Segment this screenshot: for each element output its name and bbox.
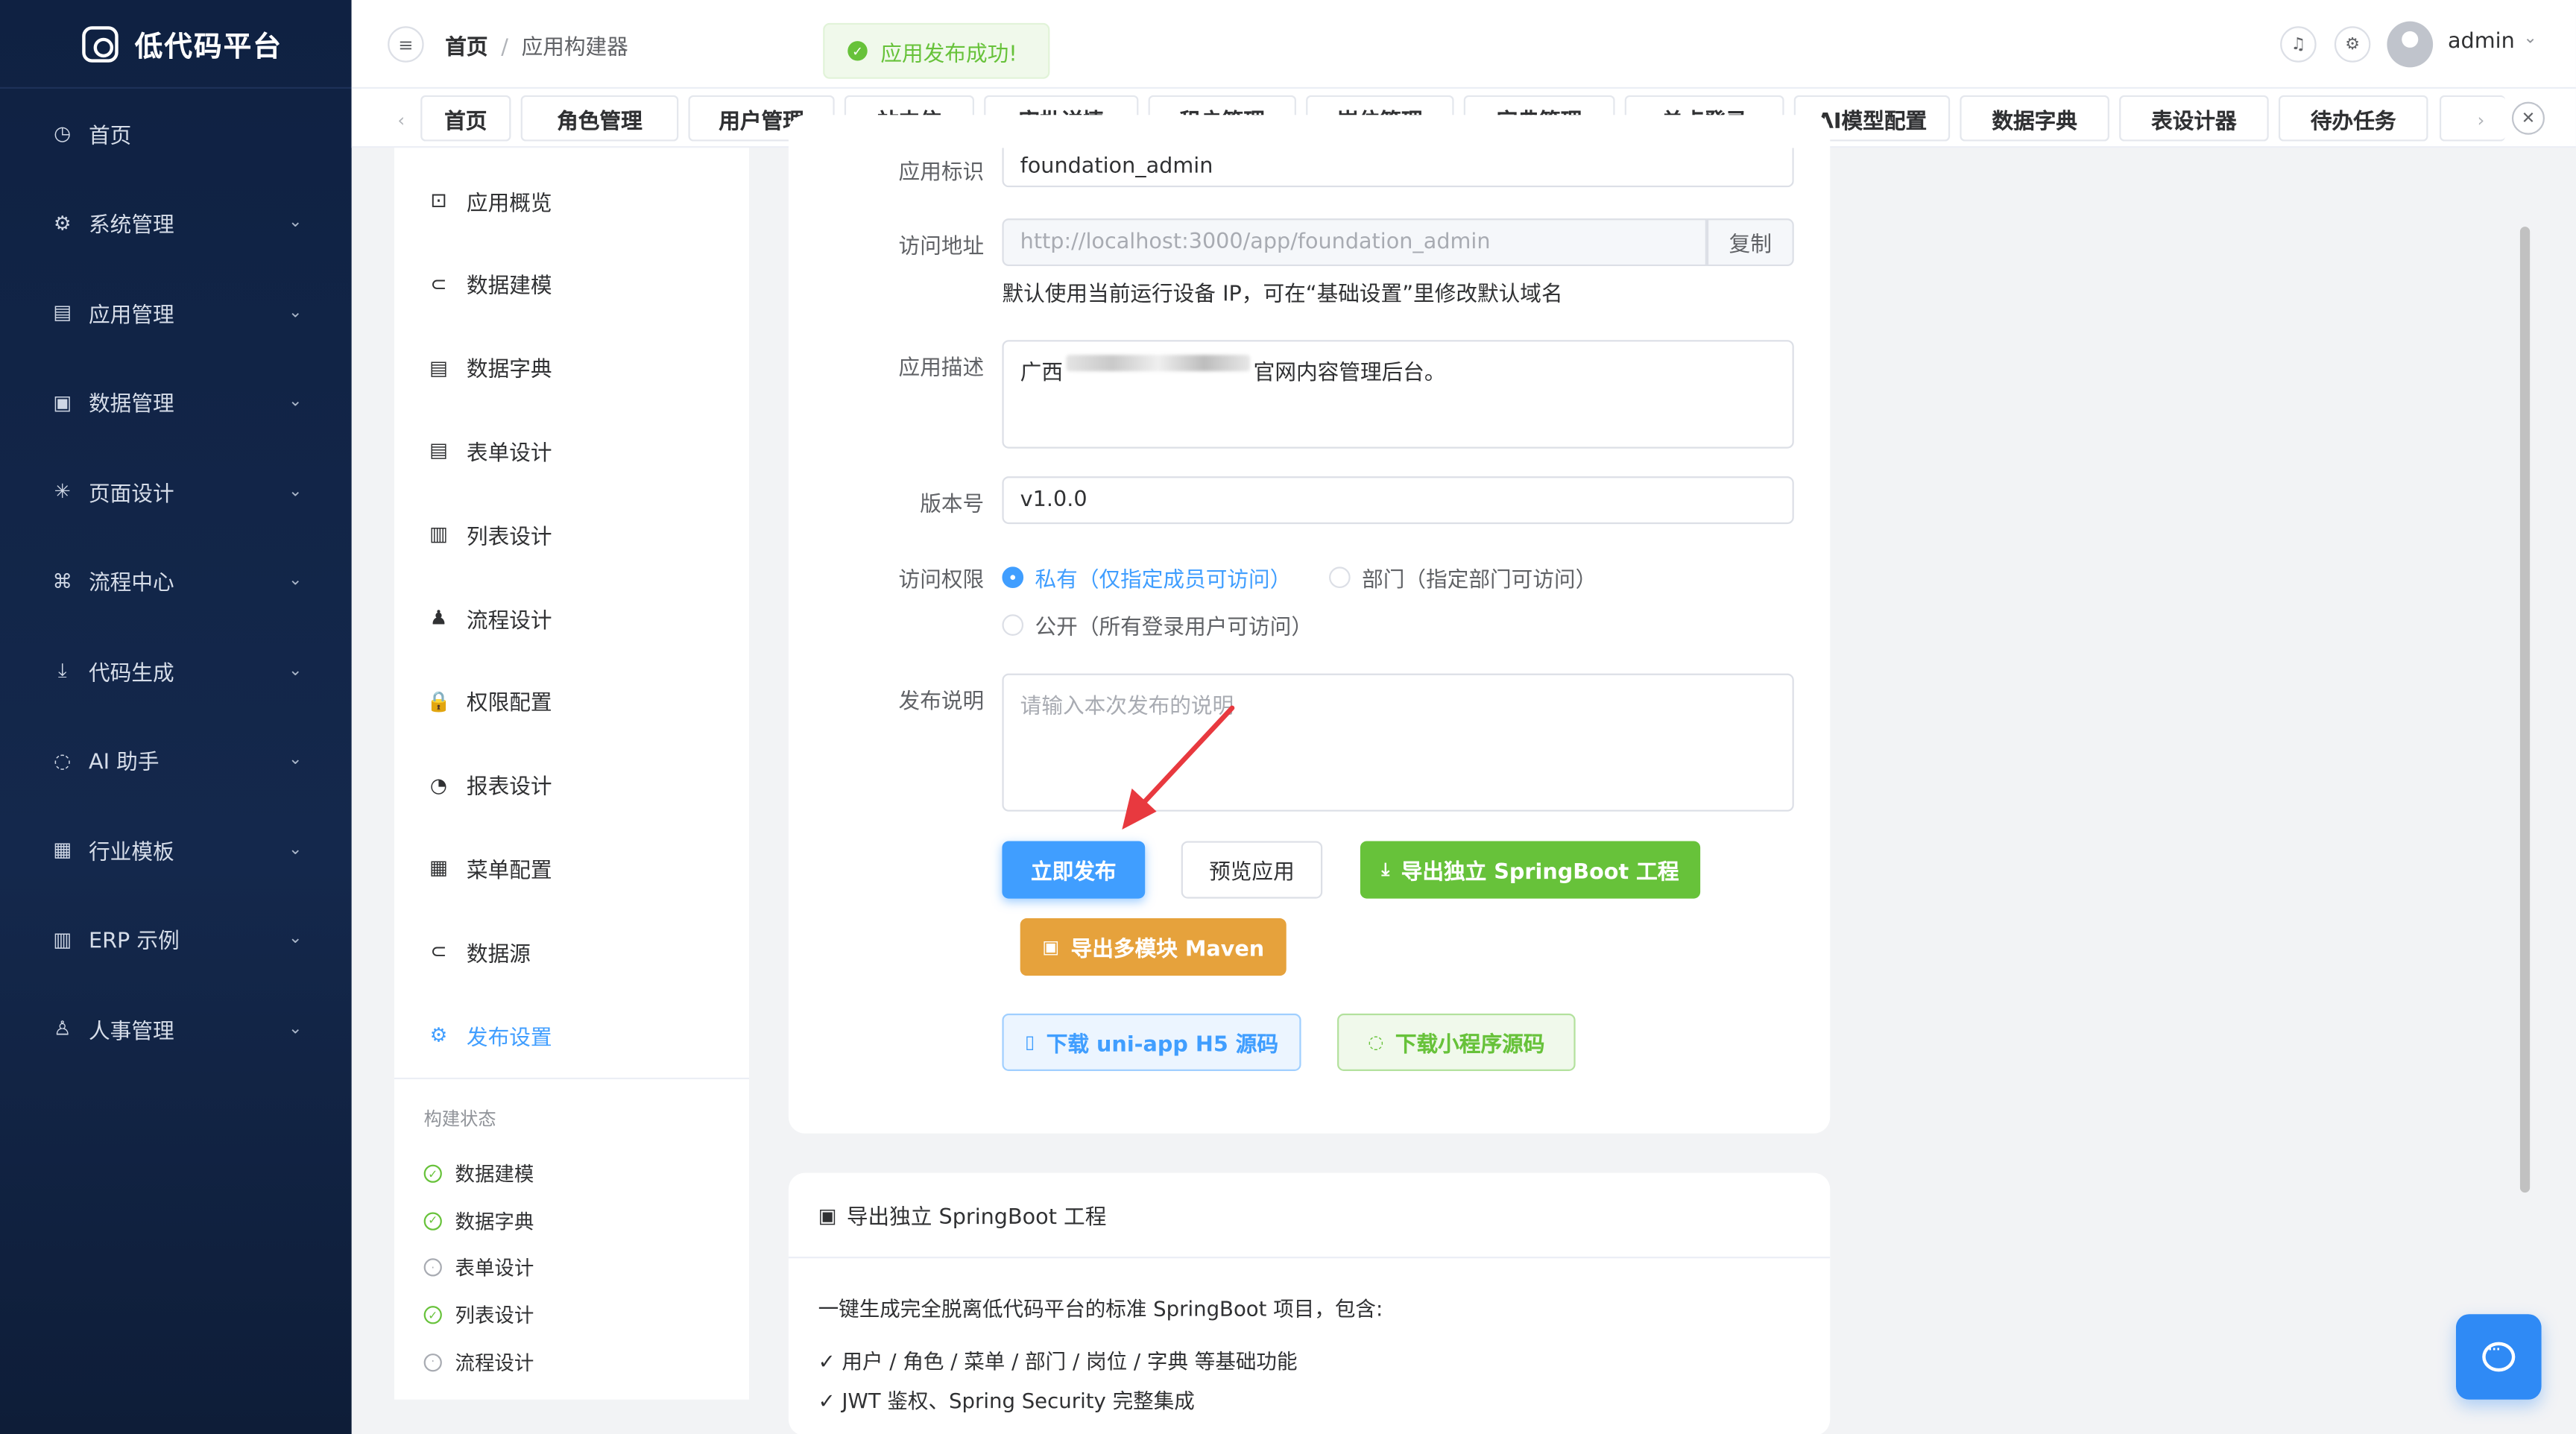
package-icon: ▣ bbox=[818, 1203, 837, 1227]
chat-bubble-icon bbox=[2482, 1339, 2516, 1372]
export-card-title: 导出独立 SpringBoot 工程 bbox=[846, 1205, 1107, 1231]
chat-float-button[interactable] bbox=[2455, 1314, 2542, 1400]
scrollbar-thumb[interactable] bbox=[2519, 227, 2531, 1193]
page-scrollbar[interactable] bbox=[2517, 148, 2536, 1399]
export-springboot-card: ▣ 导出独立 SpringBoot 工程 一键生成完全脱离低代码平台的标准 Sp… bbox=[788, 1172, 1831, 1434]
export-card-feature: ✓ 用户 / 角色 / 菜单 / 部门 / 岗位 / 字典 等基础功能 bbox=[818, 1348, 1298, 1374]
export-card-intro: 一键生成完全脱离低代码平台的标准 SpringBoot 项目，包含: bbox=[818, 1295, 1383, 1321]
app-root: 低代码平台 ◷ 首页 ⚙ 系统管理 ⌄ ▤ 应用管理 ⌄ ▣ 数据管理 ⌄ ✳ 页面设计 ⌄ ⌘ 流程中心 ⌄ ⤓… bbox=[0, 0, 2576, 1434]
export-card-header: ▣ 导出独立 SpringBoot 工程 bbox=[788, 1173, 1831, 1259]
export-card-feature: ✓ JWT 鉴权、Spring Security 完整集成 bbox=[818, 1388, 1195, 1413]
